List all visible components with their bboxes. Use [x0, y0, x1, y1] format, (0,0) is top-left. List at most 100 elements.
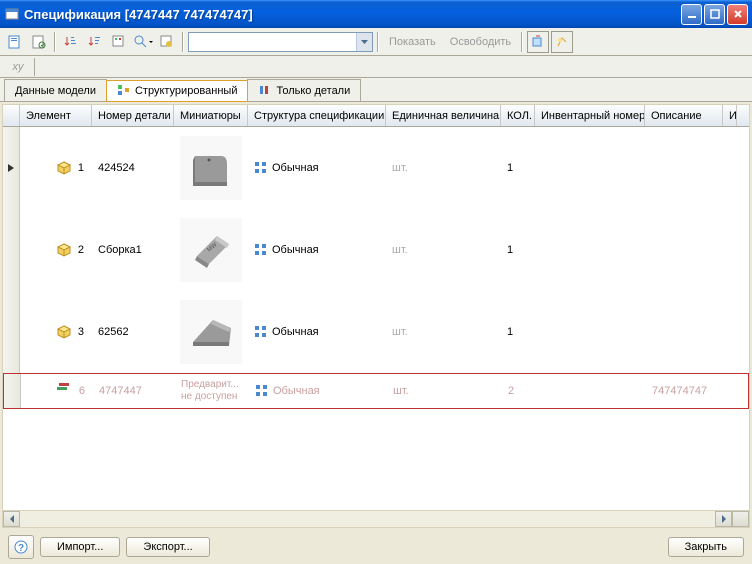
toolbar-btn-2[interactable]: [28, 31, 50, 53]
tab-model-data[interactable]: Данные модели: [4, 79, 107, 101]
cell-qty[interactable]: 1: [501, 162, 535, 174]
toolbar-btn-b[interactable]: [551, 31, 573, 53]
toolbar-btn-a[interactable]: [527, 31, 549, 53]
cell-qty[interactable]: 1: [501, 326, 535, 338]
cell-thumbnail[interactable]: [174, 300, 248, 364]
thumbnail-image: MW: [180, 218, 242, 282]
cell-element[interactable]: 2: [20, 242, 92, 258]
svg-text:?: ?: [18, 543, 24, 554]
structure-icon: [255, 384, 269, 398]
formula-input[interactable]: [37, 58, 748, 76]
structure-icon: [254, 161, 268, 175]
scroll-track[interactable]: [20, 511, 715, 527]
cell-unit[interactable]: шт.: [386, 326, 501, 338]
minimize-button[interactable]: [681, 4, 702, 25]
tab-parts-only[interactable]: Только детали: [247, 79, 361, 101]
table-row[interactable]: 6 4747447Предварит...не доступенОбычнаяшт…: [3, 373, 749, 409]
cell-unit[interactable]: шт.: [386, 244, 501, 256]
part-icon: [56, 324, 72, 340]
row-selector[interactable]: [3, 127, 20, 209]
cell-thumbnail[interactable]: Предварит...не доступен: [175, 379, 249, 403]
row-selector[interactable]: [4, 374, 21, 408]
cell-element[interactable]: 6: [21, 383, 93, 399]
settings-button[interactable]: [156, 31, 178, 53]
header-structure[interactable]: Структура спецификации: [248, 105, 386, 126]
cell-structure[interactable]: Обычная: [248, 161, 386, 175]
cell-part-number[interactable]: Сборка1: [92, 244, 174, 256]
cell-thumbnail[interactable]: [174, 136, 248, 200]
help-button[interactable]: ?: [8, 535, 34, 559]
part-icon: [57, 383, 73, 399]
fx-label: xy: [4, 61, 32, 73]
header-qty[interactable]: КОЛ.: [501, 105, 535, 126]
element-number: 2: [72, 244, 86, 256]
cell-element[interactable]: 1: [20, 160, 92, 176]
tab-label: Только детали: [276, 85, 350, 97]
app-icon: [4, 6, 20, 22]
filter-combo[interactable]: [188, 32, 373, 52]
cell-unit[interactable]: шт.: [386, 162, 501, 174]
tab-label: Данные модели: [15, 85, 96, 97]
header-thumbnail[interactable]: Миниатюры: [174, 105, 248, 126]
thumbnail-image: [180, 136, 242, 200]
tab-label: Структурированный: [135, 85, 238, 97]
search-button[interactable]: [132, 31, 154, 53]
cell-qty[interactable]: 2: [502, 385, 536, 397]
bom-grid: Элемент Номер детали Миниатюры Структура…: [2, 104, 750, 528]
header-last[interactable]: И: [723, 105, 737, 126]
release-button[interactable]: Освободить: [444, 34, 517, 50]
tab-structured[interactable]: Структурированный: [106, 80, 249, 102]
cell-part-number[interactable]: 4747447: [93, 385, 175, 397]
main-toolbar: Показать Освободить: [0, 28, 752, 56]
cell-structure[interactable]: Обычная: [249, 384, 387, 398]
toolbar-btn-1[interactable]: [4, 31, 26, 53]
row-selector[interactable]: [3, 291, 20, 373]
close-button[interactable]: Закрыть: [668, 537, 744, 557]
row-selector[interactable]: [3, 209, 20, 291]
header-unit[interactable]: Единичная величина: [386, 105, 501, 126]
header-element[interactable]: Элемент: [20, 105, 92, 126]
toolbar-separator: [182, 32, 184, 52]
cell-description[interactable]: 747474747: [646, 385, 724, 397]
header-inventory[interactable]: Инвентарный номер:: [535, 105, 645, 126]
import-button[interactable]: Импорт...: [40, 537, 120, 557]
scroll-corner: [732, 511, 749, 527]
scroll-right-button[interactable]: [715, 511, 732, 527]
cell-element[interactable]: 3: [20, 324, 92, 340]
header-description[interactable]: Описание: [645, 105, 723, 126]
element-number: 1: [72, 162, 86, 174]
table-row[interactable]: 362562 Обычнаяшт.1: [3, 291, 749, 373]
sort-desc-button[interactable]: [84, 31, 106, 53]
window-controls: [681, 4, 748, 25]
part-icon: [56, 160, 72, 176]
header-selector[interactable]: [3, 105, 20, 126]
close-button[interactable]: [727, 4, 748, 25]
thumbnail-image: [180, 300, 242, 364]
toolbar-separator: [377, 32, 379, 52]
structure-icon: [254, 325, 268, 339]
scroll-left-button[interactable]: [3, 511, 20, 527]
cell-structure[interactable]: Обычная: [248, 325, 386, 339]
grid-body: 1424524Обычнаяшт.12Сборка1MWОбычнаяшт.13…: [3, 127, 749, 510]
cell-structure[interactable]: Обычная: [248, 243, 386, 257]
show-button[interactable]: Показать: [383, 34, 442, 50]
cell-qty[interactable]: 1: [501, 244, 535, 256]
cell-thumbnail[interactable]: MW: [174, 218, 248, 282]
element-number: 6: [73, 385, 87, 397]
horizontal-scrollbar[interactable]: [3, 510, 749, 527]
view-tabs: Данные модели Структурированный Только д…: [0, 78, 752, 102]
toolbar-btn-5[interactable]: [108, 31, 130, 53]
structure-icon: [254, 243, 268, 257]
header-part-number[interactable]: Номер детали: [92, 105, 174, 126]
toolbar-separator: [54, 32, 56, 52]
cell-part-number[interactable]: 424524: [92, 162, 174, 174]
table-row[interactable]: 2 Сборка1 MW Обычнаяшт.1: [3, 209, 749, 291]
toolbar-separator: [521, 32, 523, 52]
maximize-button[interactable]: [704, 4, 725, 25]
export-button[interactable]: Экспорт...: [126, 537, 209, 557]
cell-part-number[interactable]: 62562: [92, 326, 174, 338]
part-icon: [56, 242, 72, 258]
cell-unit[interactable]: шт.: [387, 385, 502, 397]
sort-asc-button[interactable]: [60, 31, 82, 53]
table-row[interactable]: 1424524Обычнаяшт.1: [3, 127, 749, 209]
